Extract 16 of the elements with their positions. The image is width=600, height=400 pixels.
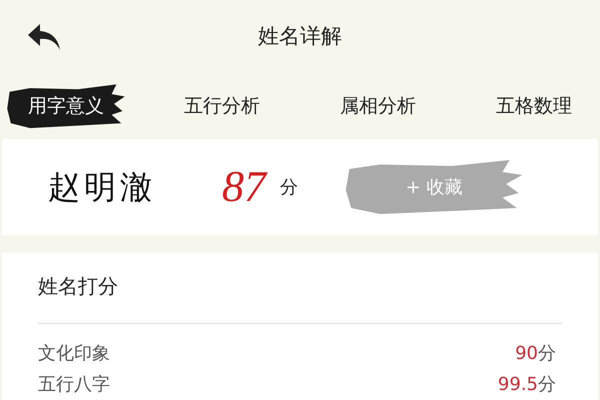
score-label: 五行八字 — [38, 372, 110, 397]
back-arrow-icon — [26, 22, 62, 52]
score-unit: 分 — [538, 372, 556, 397]
score-unit: 分 — [280, 176, 298, 200]
tab[interactable]: 五行分析 — [162, 82, 282, 131]
score-label: 文化印象 — [38, 342, 110, 366]
page-title: 姓名详解 — [258, 23, 342, 50]
tab[interactable]: 五格数理 — [474, 82, 594, 131]
tab[interactable]: 属相分析 — [318, 82, 438, 131]
section-title: 姓名打分 — [38, 272, 118, 300]
score-unit: 分 — [538, 342, 556, 366]
score-value: 87 — [222, 161, 266, 214]
score-value: 90 — [515, 342, 538, 366]
score-value: 99.5 — [498, 372, 538, 397]
tab[interactable]: 用字意义 — [6, 82, 126, 131]
person-name: 赵明澈 — [48, 167, 156, 208]
